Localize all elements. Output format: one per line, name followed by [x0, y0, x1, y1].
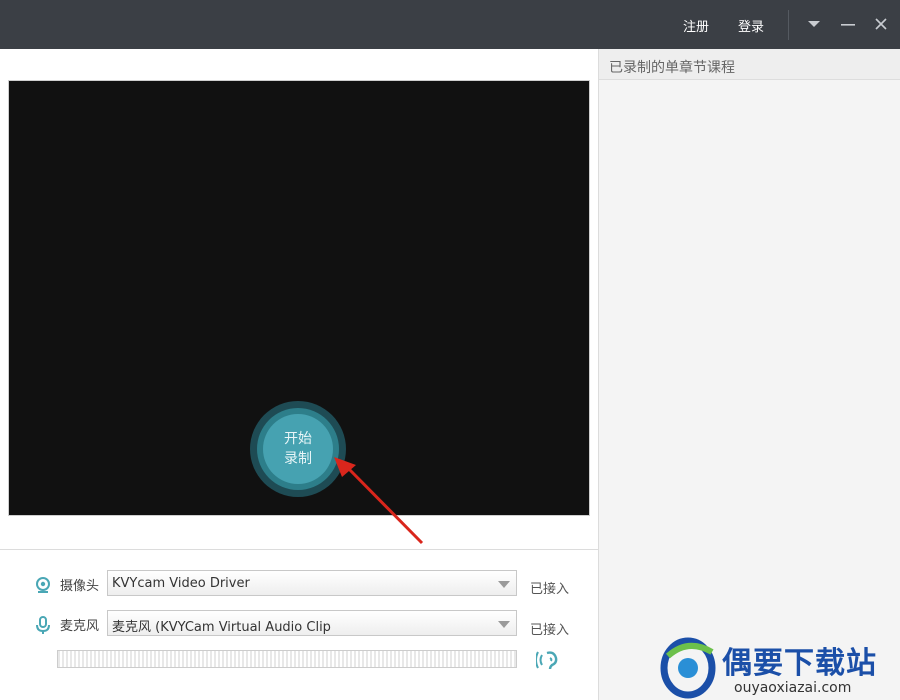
webcam-icon	[34, 576, 52, 594]
microphone-label: 麦克风	[60, 619, 100, 634]
record-button-core: 开始 录制	[263, 414, 333, 484]
watermark-url: ouyaoxiazai.com	[734, 680, 852, 696]
chevron-down-icon	[498, 621, 510, 628]
login-button[interactable]: 登录	[738, 16, 764, 35]
microphone-select-value: 麦克风 (KVYCam Virtual Audio Clip	[112, 620, 331, 635]
record-button-label: 开始 录制	[278, 429, 318, 469]
recorded-courses-header: 已录制的单章节课程	[599, 49, 900, 80]
titlebar-divider	[788, 10, 789, 40]
watermark-logo-icon	[660, 637, 716, 699]
device-section-divider	[0, 549, 598, 550]
watermark-title: 偶要下载站	[722, 646, 877, 681]
recording-panel	[0, 49, 598, 700]
chevron-down-icon	[498, 581, 510, 588]
recorded-courses-title: 已录制的单章节课程	[609, 60, 735, 76]
register-button[interactable]: 注册	[683, 16, 709, 35]
microphone-status: 已接入	[530, 623, 570, 638]
minimize-icon[interactable]	[837, 13, 859, 35]
microphone-icon	[34, 616, 52, 634]
menu-dropdown-icon[interactable]	[803, 13, 825, 35]
annotation-arrow-icon	[334, 457, 424, 545]
microphone-select[interactable]: 麦克风 (KVYCam Virtual Audio Clip	[107, 610, 517, 636]
camera-label: 摄像头	[60, 579, 100, 594]
recorded-courses-panel: 已录制的单章节课程	[598, 49, 900, 700]
record-button-ring: 开始 录制	[257, 408, 339, 490]
record-label-line2: 录制	[284, 451, 312, 467]
camera-select[interactable]: KVYcam Video Driver	[107, 570, 517, 596]
title-bar: 注册 登录	[0, 0, 900, 49]
camera-select-value: KVYcam Video Driver	[112, 576, 250, 591]
camera-status: 已接入	[530, 582, 570, 597]
close-icon[interactable]	[870, 13, 892, 35]
record-label-line1: 开始	[284, 431, 312, 447]
audio-level-meter	[57, 650, 517, 668]
ear-icon[interactable]	[536, 649, 564, 671]
site-watermark: 偶要下载站 ouyaoxiazai.com	[652, 632, 900, 700]
